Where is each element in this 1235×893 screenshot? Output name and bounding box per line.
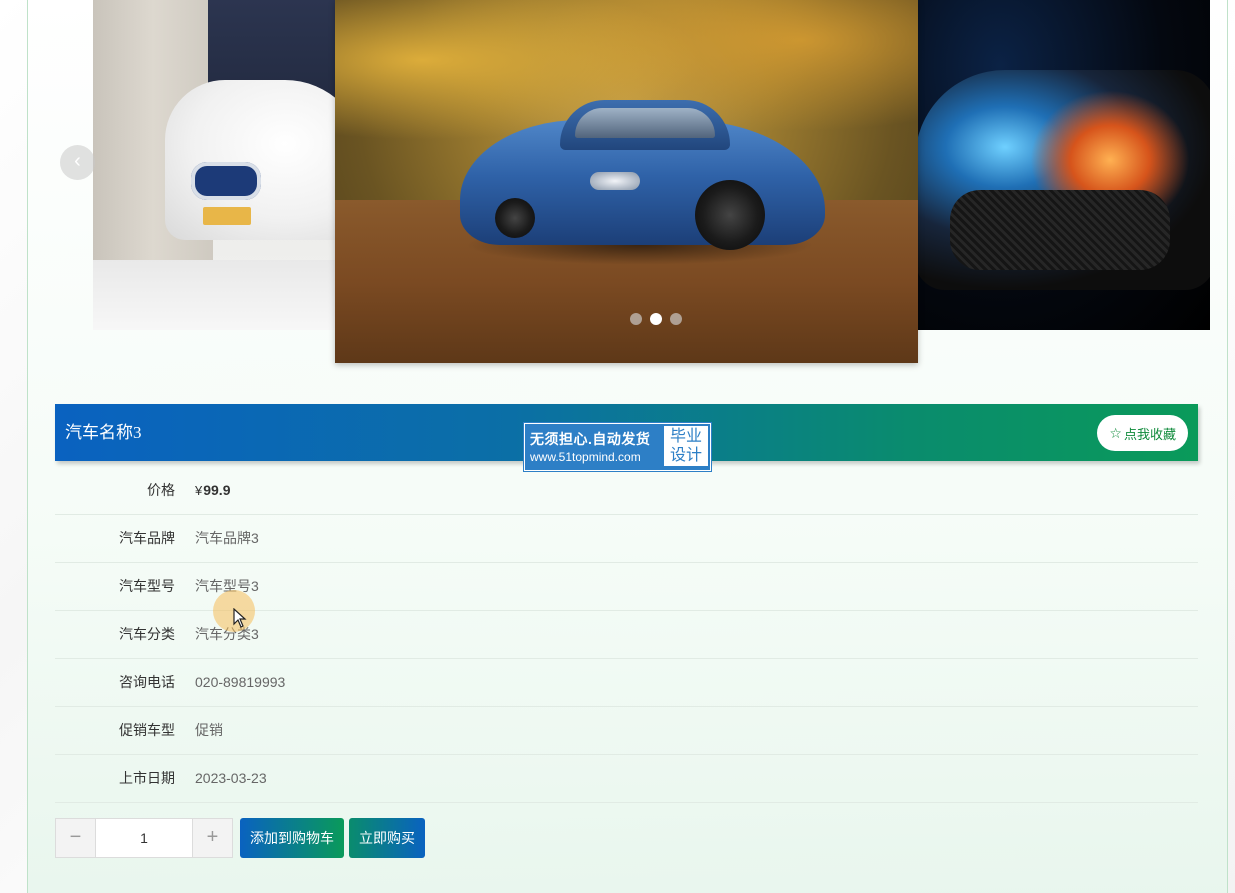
carousel-slide-blue-coupe[interactable] — [335, 0, 918, 363]
quantity-stepper: − + — [55, 818, 233, 858]
quantity-plus-button[interactable]: + — [193, 819, 232, 857]
watermark-line1: 无须担心.自动发货 — [530, 431, 651, 447]
add-to-cart-button[interactable]: 添加到购物车 — [240, 818, 344, 858]
detail-value: 020-89819993 — [195, 674, 286, 690]
carousel-dot-2[interactable] — [650, 313, 662, 325]
watermark-text: 无须担心.自动发货 www.51topmind.com — [525, 424, 665, 470]
detail-row-price: 价格 ¥99.9 — [55, 467, 1198, 515]
detail-label: 咨询电话 — [119, 674, 175, 690]
favorite-button[interactable]: ☆ 点我收藏 — [1097, 415, 1188, 451]
watermark-url: www.51topmind.com — [530, 450, 641, 464]
carousel-slide-white-suv[interactable] — [93, 0, 353, 330]
car-wheel-rear — [495, 198, 535, 238]
carousel-indicators — [630, 313, 682, 325]
car-headlight — [590, 172, 640, 190]
favorite-label: 点我收藏 — [1123, 426, 1176, 442]
detail-row-phone: 咨询电话 020-89819993 — [55, 659, 1198, 707]
watermark-badge-top: 毕业 — [669, 428, 702, 445]
watermark-banner: 无须担心.自动发货 www.51topmind.com 毕业 设计 — [524, 423, 711, 471]
star-outline-icon: ☆ — [1109, 424, 1122, 441]
detail-row-promo: 促销车型 促销 — [55, 707, 1198, 755]
watermark-badge: 毕业 设计 — [664, 426, 708, 466]
detail-label: 上市日期 — [119, 770, 175, 786]
detail-value: 汽车品牌3 — [195, 530, 259, 546]
detail-row-release-date: 上市日期 2023-03-23 — [55, 755, 1198, 803]
detail-value: 促销 — [195, 722, 223, 738]
detail-label: 价格 — [147, 482, 175, 498]
price-value: ¥99.9 — [195, 467, 230, 514]
image-carousel[interactable]: ‹ — [0, 0, 1235, 370]
buy-now-button[interactable]: 立即购买 — [349, 818, 425, 858]
product-details: 价格 ¥99.9 汽车品牌 汽车品牌3 汽车型号 汽车型号3 汽车分类 汽车分类… — [55, 467, 1198, 803]
detail-label: 汽车型号 — [119, 578, 175, 594]
carousel-dot-1[interactable] — [630, 313, 642, 325]
car-grille — [191, 162, 261, 200]
carousel-dot-3[interactable] — [670, 313, 682, 325]
product-title: 汽车名称3 — [65, 423, 142, 442]
currency-symbol: ¥ — [195, 483, 203, 498]
car-window — [575, 108, 715, 138]
watermark-badge-bottom: 设计 — [669, 447, 702, 464]
license-plate — [203, 207, 251, 225]
quantity-input[interactable] — [95, 819, 193, 857]
white-car — [165, 80, 353, 240]
quantity-minus-button[interactable]: − — [56, 819, 95, 857]
carousel-prev-button[interactable]: ‹ — [60, 145, 95, 180]
mouse-pointer-icon — [233, 608, 247, 628]
detail-value: 2023-03-23 — [195, 770, 267, 786]
detail-label: 促销车型 — [119, 722, 175, 738]
detail-label: 汽车分类 — [119, 626, 175, 642]
showroom-floor — [93, 260, 353, 330]
detail-label: 汽车品牌 — [119, 530, 175, 546]
car-wheel-front — [695, 180, 765, 250]
price-amount: 99.9 — [203, 482, 231, 498]
car-mesh-grille — [950, 190, 1170, 270]
detail-row-brand: 汽车品牌 汽车品牌3 — [55, 515, 1198, 563]
carousel-slide-sports-car[interactable] — [910, 0, 1210, 330]
